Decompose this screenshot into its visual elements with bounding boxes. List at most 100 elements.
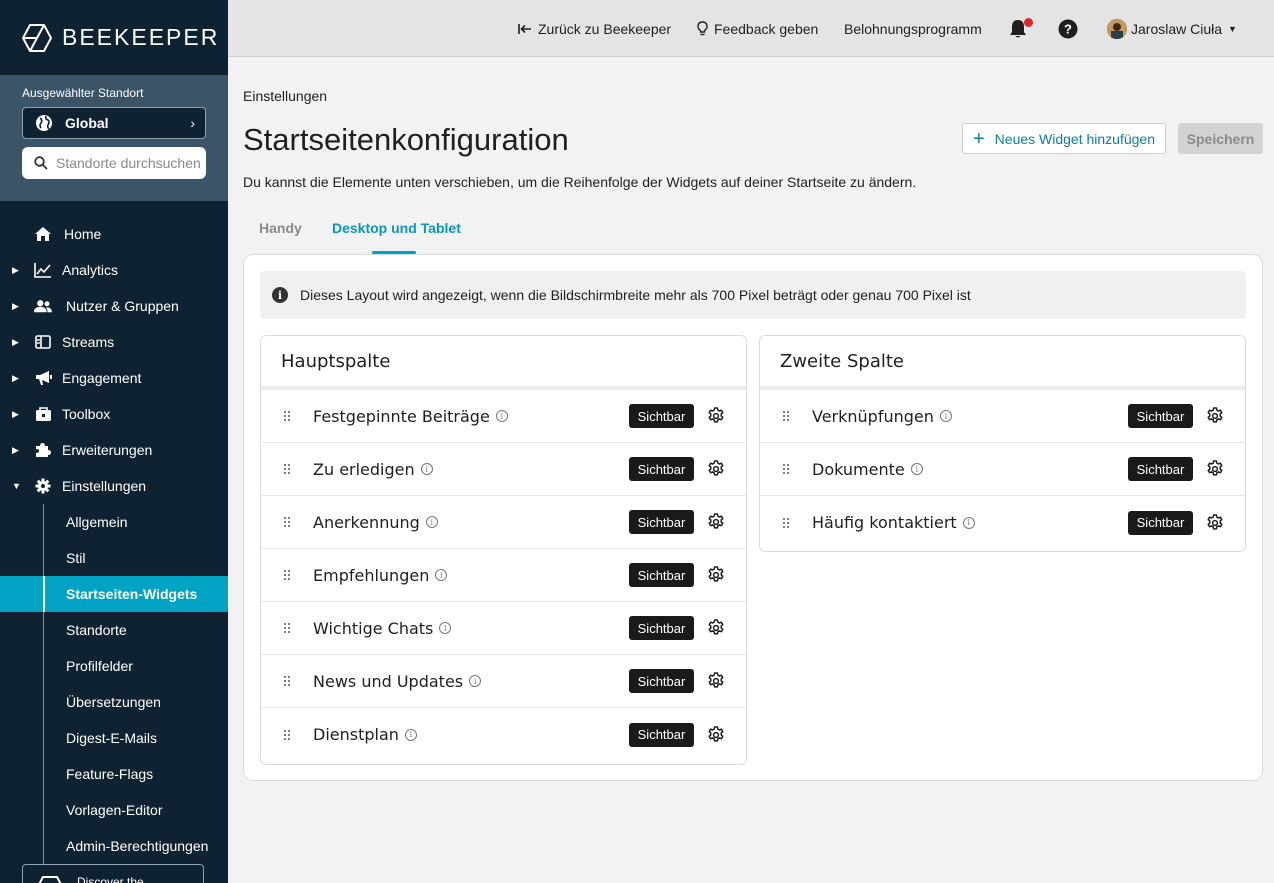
sub-item-uebersetzungen[interactable]: Übersetzungen — [0, 684, 228, 720]
nav-item-settings[interactable]: ▼ Einstellungen — [0, 468, 228, 504]
drag-handle-icon[interactable] — [782, 410, 790, 422]
gear-icon[interactable] — [707, 407, 725, 425]
back-to-beekeeper-link[interactable]: Zurück zu Beekeeper — [518, 0, 671, 57]
drag-handle-icon[interactable] — [283, 516, 291, 528]
nav-label: Engagement — [62, 370, 142, 386]
widget-name-text: Festgepinnte Beiträge — [313, 406, 490, 426]
sub-item-allgemein[interactable]: Allgemein — [0, 504, 228, 540]
sub-item-admin-berechtigungen[interactable]: Admin-Berechtigungen — [0, 828, 228, 864]
feedback-link[interactable]: Feedback geben — [697, 0, 818, 57]
gear-icon[interactable] — [1206, 513, 1224, 532]
tab-handy[interactable]: Handy — [259, 212, 302, 252]
caret-right-icon: ▶ — [12, 300, 19, 311]
location-select[interactable]: Global › — [22, 107, 206, 139]
sub-item-vorlagen-editor[interactable]: Vorlagen-Editor — [0, 792, 228, 828]
widget-row[interactable]: Verknüpfungen i Sichtbar — [760, 390, 1245, 443]
sub-item-standorte[interactable]: Standorte — [0, 612, 228, 648]
widget-name: Häufig kontaktiert i — [812, 513, 975, 532]
widget-row[interactable]: Empfehlungen i Sichtbar — [261, 549, 746, 602]
caret-right-icon: ▶ — [12, 264, 19, 275]
gear-icon[interactable] — [1206, 407, 1224, 425]
widget-row[interactable]: Häufig kontaktiert i Sichtbar — [760, 496, 1245, 549]
caret-down-icon: ▼ — [1228, 23, 1237, 34]
drag-handle-icon[interactable] — [283, 569, 291, 581]
page-title: Startseitenkonfiguration — [243, 122, 569, 157]
widget-row[interactable]: Wichtige Chats i Sichtbar — [261, 602, 746, 655]
add-widget-button[interactable]: + Neues Widget hinzufügen — [962, 123, 1166, 154]
widget-row[interactable]: News und Updates i Sichtbar — [261, 655, 746, 708]
gear-icon[interactable] — [707, 672, 725, 690]
gear-icon[interactable] — [707, 460, 725, 478]
sub-item-digest-emails[interactable]: Digest-E-Mails — [0, 720, 228, 756]
info-icon[interactable]: i — [495, 410, 508, 422]
help-button[interactable]: ? — [1058, 0, 1084, 57]
drag-handle-icon[interactable] — [283, 729, 291, 741]
breadcrumb[interactable]: Einstellungen — [243, 88, 327, 104]
info-icon[interactable]: i — [910, 463, 923, 475]
drag-handle-icon[interactable] — [283, 622, 291, 634]
chevron-right-icon: › — [190, 115, 195, 131]
info-icon[interactable]: i — [425, 516, 438, 528]
info-icon[interactable]: i — [939, 410, 952, 422]
avatar — [1107, 18, 1127, 39]
drag-handle-icon[interactable] — [283, 675, 291, 687]
widget-row[interactable]: Festgepinnte Beiträge i Sichtbar — [261, 390, 746, 443]
help-icon: ? — [1058, 19, 1078, 38]
lightbulb-icon — [697, 21, 708, 36]
nav-item-streams[interactable]: ▶ Streams — [0, 324, 228, 360]
widget-name-text: Anerkennung — [313, 512, 420, 532]
nav-item-analytics[interactable]: ▶ Analytics — [0, 252, 228, 288]
info-icon[interactable]: i — [435, 569, 448, 581]
discover-button[interactable]: Discover the — [22, 864, 204, 883]
drag-handle-icon[interactable] — [283, 410, 291, 422]
visibility-badge: Sichtbar — [629, 510, 694, 534]
info-icon[interactable]: i — [420, 463, 433, 475]
nav-item-home[interactable]: Home — [0, 216, 228, 252]
nav-item-users[interactable]: ▶ Nutzer & Gruppen — [0, 288, 228, 324]
save-button[interactable]: Speichern — [1178, 123, 1263, 154]
location-search[interactable] — [22, 147, 206, 179]
sub-item-profilfelder[interactable]: Profilfelder — [0, 648, 228, 684]
gear-icon[interactable] — [1206, 460, 1224, 478]
gear-icon[interactable] — [707, 619, 725, 637]
tab-desktop-tablet[interactable]: Desktop und Tablet — [332, 212, 461, 252]
nav-label: Streams — [62, 334, 115, 350]
puzzle-icon — [34, 441, 52, 459]
notifications-button[interactable] — [1009, 0, 1033, 57]
brand[interactable]: BEEKEEPER — [0, 0, 228, 75]
drag-handle-icon[interactable] — [782, 463, 790, 475]
widget-row[interactable]: Dienstplan i Sichtbar — [261, 708, 746, 761]
widget-name: Dienstplan i — [313, 725, 417, 744]
nav-label: Toolbox — [62, 406, 111, 422]
widget-name-text: Empfehlungen — [313, 565, 430, 585]
drag-handle-icon[interactable] — [283, 463, 291, 475]
info-icon: i — [272, 287, 288, 303]
info-icon[interactable]: i — [404, 728, 417, 741]
widget-row[interactable]: Zu erledigen i Sichtbar — [261, 443, 746, 496]
widget-row[interactable]: Dokumente i Sichtbar — [760, 443, 1245, 496]
info-icon[interactable]: i — [469, 675, 482, 687]
nav-item-engagement[interactable]: ▶ Engagement — [0, 360, 228, 396]
location-search-input[interactable] — [56, 155, 206, 171]
nav-item-extensions[interactable]: ▶ Erweiterungen — [0, 432, 228, 468]
info-icon[interactable]: i — [439, 622, 452, 634]
sub-item-stil[interactable]: Stil — [0, 540, 228, 576]
visibility-badge: Sichtbar — [629, 669, 694, 693]
svg-text:?: ? — [1064, 21, 1072, 36]
widget-name-text: Verknüpfungen — [812, 406, 934, 426]
gear-icon[interactable] — [707, 513, 725, 531]
sub-item-feature-flags[interactable]: Feature-Flags — [0, 756, 228, 792]
rewards-link[interactable]: Belohnungsprogramm — [844, 0, 982, 57]
drag-handle-icon[interactable] — [782, 517, 790, 529]
nav-item-toolbox[interactable]: ▶ Toolbox — [0, 396, 228, 432]
beekeeper-logo-icon — [22, 23, 52, 52]
user-menu[interactable]: Jaroslaw Ciuła ▼ — [1107, 0, 1237, 57]
nav-label: Erweiterungen — [62, 442, 153, 458]
sub-item-startseiten-widgets[interactable]: Startseiten-Widgets — [0, 576, 228, 612]
widget-row[interactable]: Anerkennung i Sichtbar — [261, 496, 746, 549]
gear-icon[interactable] — [707, 725, 725, 744]
widget-name: Festgepinnte Beiträge i — [313, 407, 508, 426]
gear-icon[interactable] — [707, 566, 725, 584]
info-icon[interactable]: i — [962, 516, 975, 529]
nav-menu: Home ▶ Analytics ▶ Nutzer & Gruppen ▶ St… — [0, 216, 228, 864]
